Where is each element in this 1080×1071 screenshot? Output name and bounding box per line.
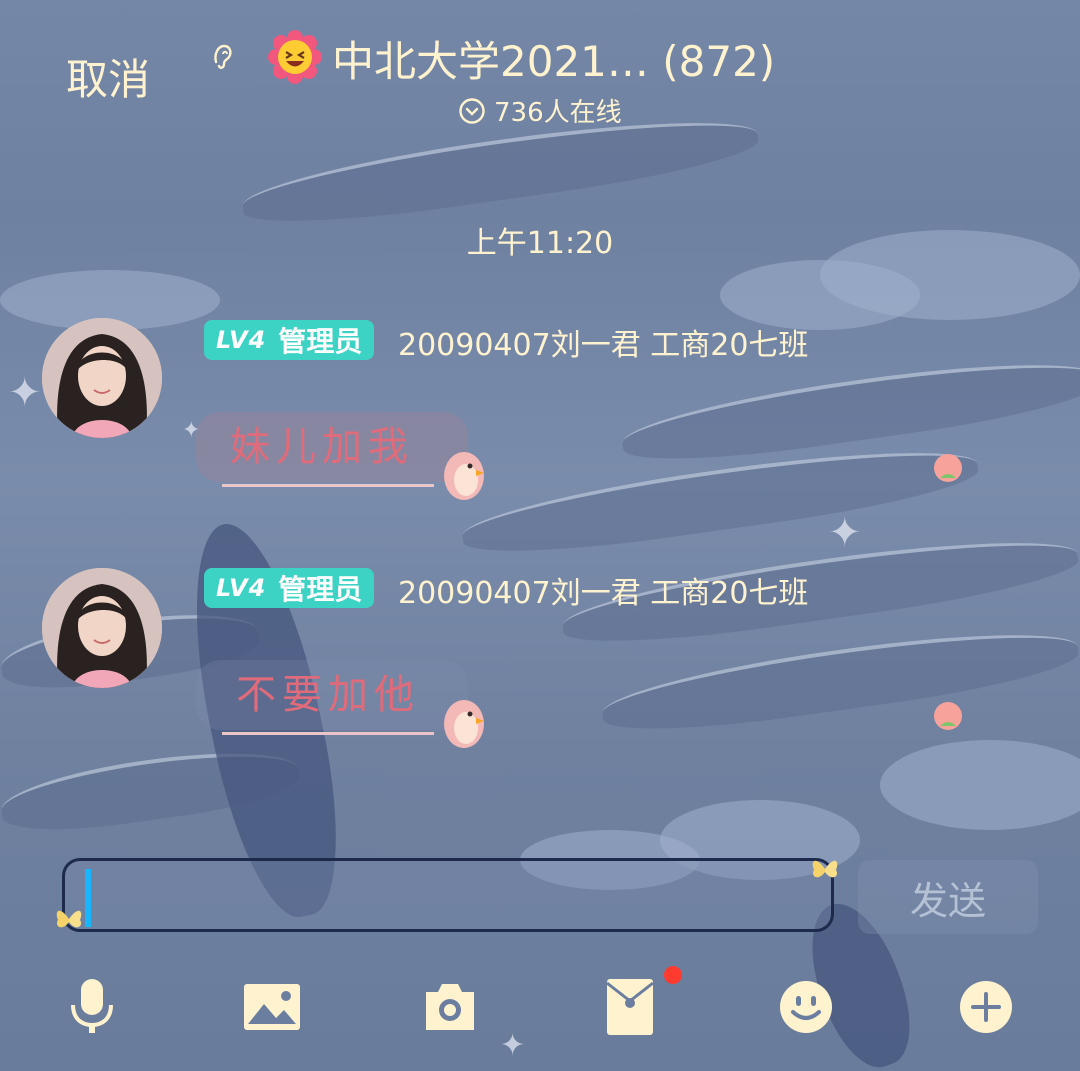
message-input-box[interactable] — [62, 858, 834, 932]
notification-dot — [664, 966, 682, 984]
badge-role: 管理员 — [278, 573, 363, 606]
bubble-underline — [222, 484, 434, 487]
badge-level: LV4 — [216, 326, 267, 354]
member-badge: LV4 管理员 — [204, 320, 375, 360]
message-text: 妹儿加我 — [230, 424, 414, 470]
emoji-button[interactable] — [770, 974, 842, 1040]
red-packet-icon — [607, 979, 653, 1035]
plus-icon — [960, 981, 1012, 1033]
message-timestamp: 上午11:20 — [466, 226, 614, 261]
bubble-underline — [222, 732, 434, 735]
message-text: 不要加他 — [236, 672, 420, 718]
peach-icon — [934, 454, 962, 482]
online-count-text: 736人在线 — [494, 98, 622, 128]
cancel-button[interactable]: 取消 — [66, 46, 150, 107]
sender-name[interactable]: 20090407刘一君 工商20七班 — [398, 568, 808, 612]
penguin-icon — [444, 452, 484, 500]
badge-level: LV4 — [216, 574, 267, 602]
ear-icon[interactable] — [208, 40, 236, 74]
penguin-icon — [444, 700, 484, 748]
avatar[interactable] — [42, 318, 162, 438]
laughing-emoji-icon — [268, 30, 322, 84]
camera-button[interactable] — [414, 974, 486, 1040]
chevron-down-circle-icon — [459, 97, 485, 124]
image-icon — [244, 984, 300, 1030]
member-badge: LV4 管理员 — [204, 568, 375, 608]
emoji-icon — [780, 981, 832, 1033]
online-count[interactable]: 736人在线 — [458, 92, 622, 129]
group-title[interactable]: 中北大学2021… (872) — [332, 28, 775, 89]
microphone-icon — [71, 979, 113, 1033]
peach-icon — [934, 702, 962, 730]
butterfly-icon — [56, 910, 82, 928]
camera-icon — [426, 984, 474, 1030]
avatar[interactable] — [42, 568, 162, 688]
badge-role: 管理员 — [278, 325, 363, 358]
image-button[interactable] — [236, 974, 308, 1040]
message-input[interactable] — [99, 867, 819, 927]
send-button[interactable]: 发送 — [858, 860, 1038, 934]
butterfly-icon — [812, 860, 838, 878]
microphone-button[interactable] — [56, 974, 128, 1040]
more-button[interactable] — [950, 974, 1022, 1040]
sender-name[interactable]: 20090407刘一君 工商20七班 — [398, 320, 808, 364]
red-packet-button[interactable] — [594, 974, 666, 1040]
